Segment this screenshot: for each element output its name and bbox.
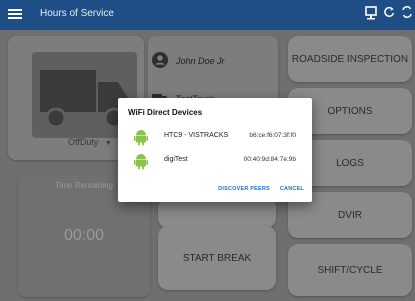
monitor-icon[interactable] xyxy=(364,6,378,22)
app-title: Hours of Service xyxy=(40,8,114,19)
device-mac: 00:40:9d:84:7e:9b xyxy=(243,156,296,163)
device-name: HTC9 - VISTRACKS xyxy=(164,132,229,139)
sync-icon[interactable] xyxy=(400,6,414,22)
device-row-digitest[interactable]: digiTest 00:40:9d:84:7e:9b xyxy=(128,150,306,172)
roadside-inspection-button[interactable]: ROADSIDE INSPECTION xyxy=(288,36,412,82)
discover-peers-button[interactable]: DISCOVER PEERS xyxy=(218,186,270,192)
middle-action-button[interactable] xyxy=(158,198,276,228)
timer-value: 00:00 xyxy=(63,227,105,244)
driver-name: John Doe Jr xyxy=(176,56,225,66)
wifi-direct-dialog: WiFi Direct Devices HTC9 - VISTRACKS b6:… xyxy=(118,98,312,202)
menu-icon[interactable] xyxy=(8,7,22,21)
device-mac: b6:ce:f6:07:3f:f0 xyxy=(249,132,296,139)
dialog-actions: DISCOVER PEERS CANCEL xyxy=(218,186,304,192)
cancel-button[interactable]: CANCEL xyxy=(280,186,304,192)
android-icon xyxy=(134,128,148,146)
device-name: digiTest xyxy=(164,156,188,163)
account-icon xyxy=(152,52,168,68)
device-row-htc9[interactable]: HTC9 - VISTRACKS b6:ce:f6:07:3f:f0 xyxy=(128,126,306,148)
android-icon xyxy=(134,152,148,170)
dialog-title: WiFi Direct Devices xyxy=(128,108,203,117)
duty-status-select[interactable]: OffDuty ▼ xyxy=(68,137,112,147)
refresh-icon[interactable] xyxy=(382,6,396,22)
start-break-button[interactable]: START BREAK xyxy=(158,226,276,290)
app-bar: Hours of Service xyxy=(0,0,415,30)
chevron-down-icon: ▼ xyxy=(104,140,112,147)
duty-status-value: OffDuty xyxy=(68,137,99,147)
shift-cycle-button[interactable]: SHIFT/CYCLE xyxy=(288,244,412,296)
